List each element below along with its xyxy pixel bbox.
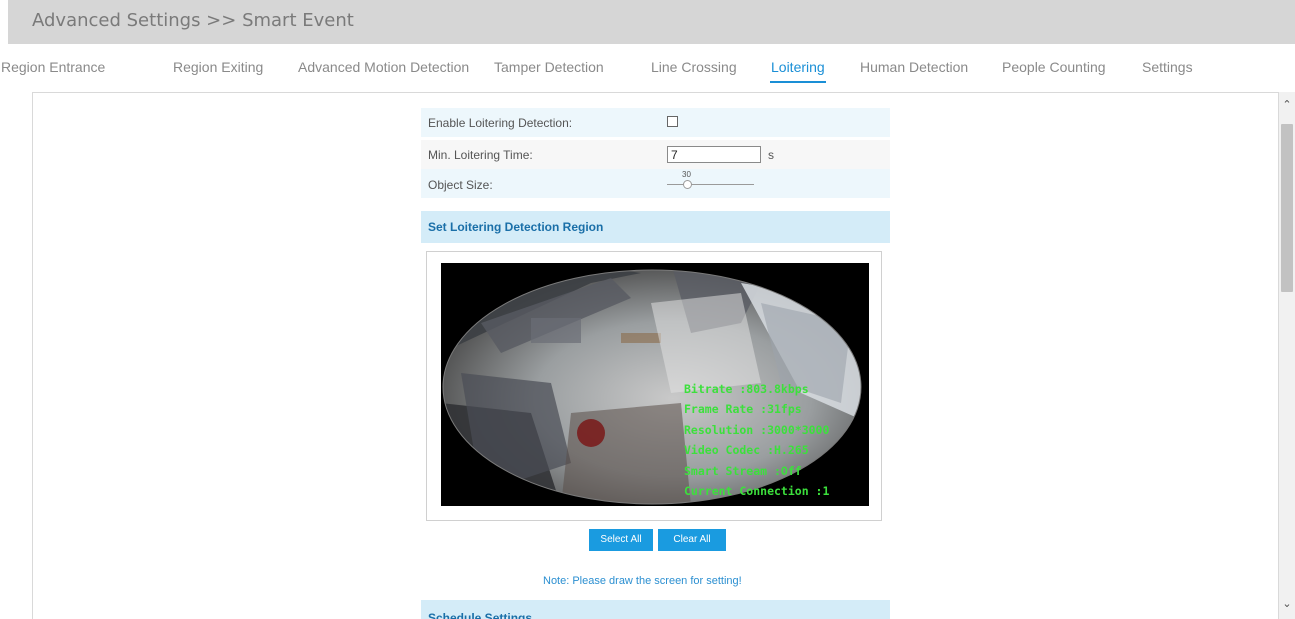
- draw-note: Note: Please draw the screen for setting…: [543, 575, 742, 587]
- object-size-value: 30: [682, 170, 691, 179]
- vertical-scrollbar[interactable]: ⌃ ⌄: [1279, 92, 1295, 619]
- enable-loitering-checkbox[interactable]: [667, 116, 678, 127]
- min-loitering-time-label: Min. Loitering Time:: [428, 148, 533, 162]
- object-size-slider-handle[interactable]: [683, 180, 692, 189]
- scroll-up-icon[interactable]: ⌃: [1279, 96, 1295, 114]
- scroll-down-icon[interactable]: ⌄: [1279, 595, 1295, 613]
- tab-tamper-detection[interactable]: Tamper Detection: [494, 59, 604, 75]
- tab-advanced-motion-detection[interactable]: Advanced Motion Detection: [298, 59, 469, 75]
- osd-current-connection: Current Connection :1: [684, 484, 830, 499]
- osd-smart-stream: Smart Stream :Off: [684, 463, 802, 478]
- osd-resolution: Resolution :3000*3000: [684, 422, 830, 437]
- tab-human-detection[interactable]: Human Detection: [860, 59, 968, 75]
- tab-region-entrance[interactable]: Region Entrance: [1, 59, 105, 75]
- active-tab-indicator: [770, 81, 826, 83]
- enable-loitering-label: Enable Loitering Detection:: [428, 116, 573, 130]
- object-size-slider-track[interactable]: [667, 184, 754, 185]
- breadcrumb: Advanced Settings >> Smart Event: [32, 10, 354, 31]
- tab-bar: Region Entrance Region Exiting Advanced …: [0, 44, 1295, 90]
- osd-video-codec: Video Codec :H.265: [684, 443, 809, 458]
- min-loitering-time-unit: s: [768, 148, 774, 162]
- clear-all-button[interactable]: Clear All: [658, 529, 726, 551]
- video-preview[interactable]: Bitrate :803.8kbps Frame Rate :31fps Resol…: [441, 263, 869, 506]
- schedule-section-header: Schedule Settings: [421, 600, 890, 619]
- object-size-row: Object Size: 30: [421, 169, 890, 198]
- title-bar: Advanced Settings >> Smart Event: [8, 0, 1295, 44]
- schedule-section-title: Schedule Settings: [428, 611, 533, 619]
- osd-bitrate: Bitrate :803.8kbps: [684, 382, 809, 396]
- tab-settings[interactable]: Settings: [1142, 59, 1193, 75]
- video-osd-overlay: Bitrate :803.8kbps Frame Rate :31fps Resol…: [684, 379, 829, 501]
- tab-line-crossing[interactable]: Line Crossing: [651, 59, 737, 75]
- min-loitering-time-row: Min. Loitering Time: s: [421, 140, 890, 169]
- tab-people-counting[interactable]: People Counting: [1002, 59, 1106, 75]
- tab-loitering[interactable]: Loitering: [771, 59, 825, 75]
- tab-region-exiting[interactable]: Region Exiting: [173, 59, 263, 75]
- region-section-title: Set Loitering Detection Region: [428, 220, 604, 234]
- object-size-label: Object Size:: [428, 178, 493, 192]
- region-section-header: Set Loitering Detection Region: [421, 211, 890, 243]
- osd-frame-rate: Frame Rate :31fps: [684, 402, 802, 417]
- min-loitering-time-input[interactable]: [667, 146, 761, 163]
- enable-loitering-row: Enable Loitering Detection:: [421, 108, 890, 137]
- scroll-thumb[interactable]: [1281, 124, 1293, 292]
- select-all-button[interactable]: Select All: [589, 529, 653, 551]
